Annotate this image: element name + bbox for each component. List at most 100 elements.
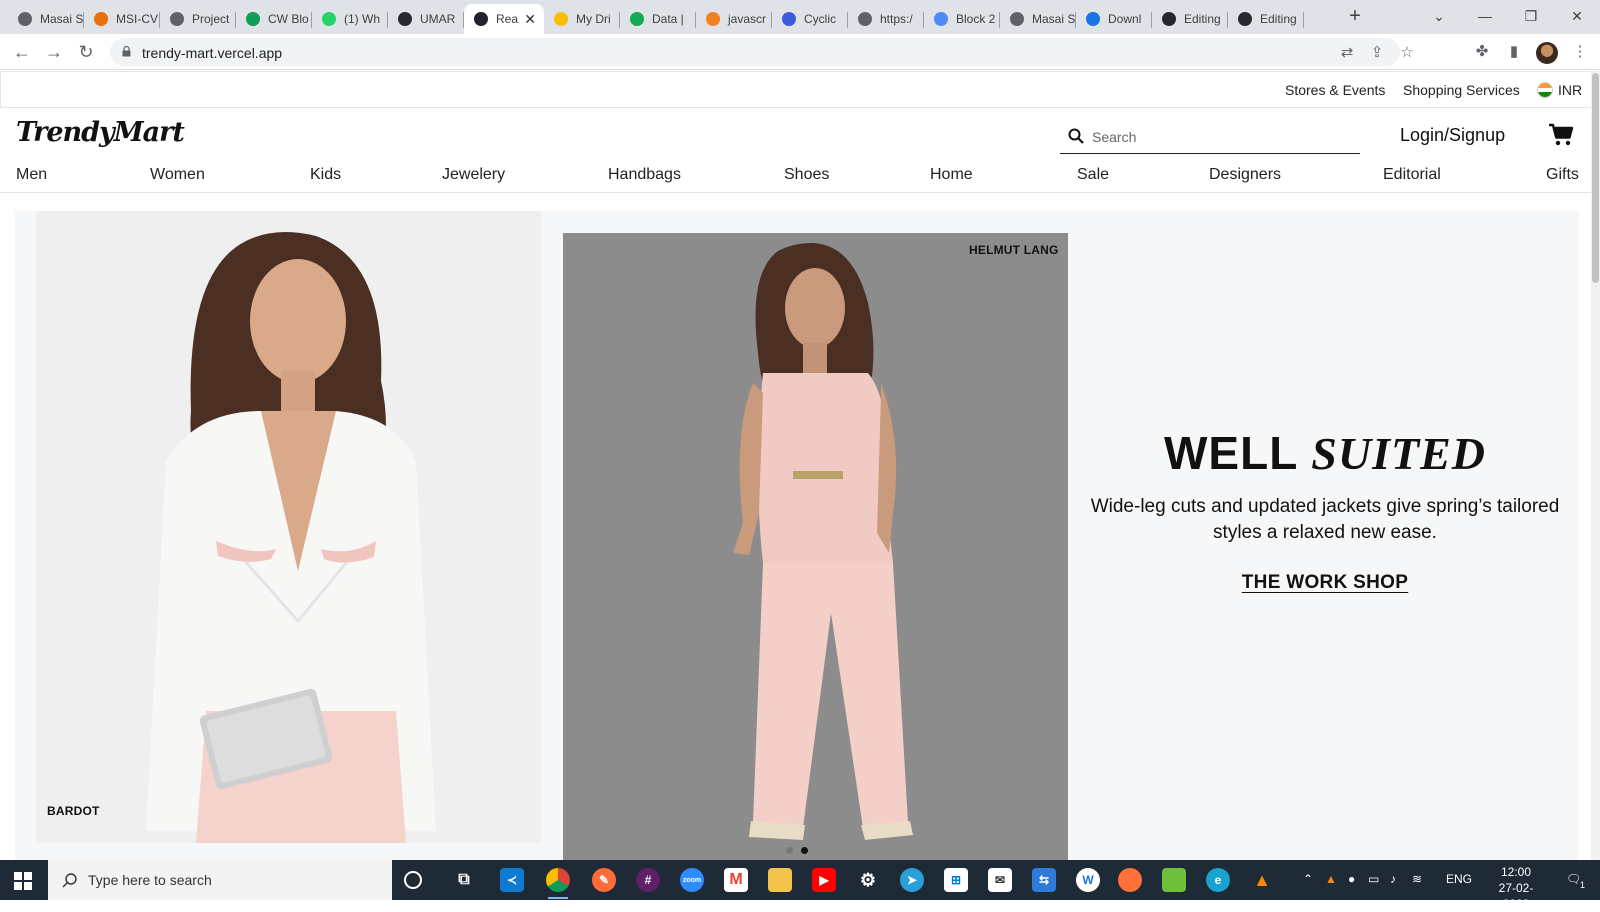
scrollbar-thumb[interactable] xyxy=(1592,73,1599,283)
bookmark-star-icon[interactable]: ☆ xyxy=(1398,44,1416,62)
india-flag-icon[interactable] xyxy=(1537,82,1553,98)
hero-image-bardot[interactable] xyxy=(36,211,541,843)
browser-tab[interactable]: My Dri xyxy=(544,4,620,34)
notification-icon[interactable]: 🗨 xyxy=(1566,872,1581,886)
page-scrollbar[interactable] xyxy=(1591,71,1600,860)
stores-events-link[interactable]: Stores & Events xyxy=(1285,82,1385,98)
store-icon[interactable]: ⊞ xyxy=(944,868,968,892)
carousel-dot-2[interactable] xyxy=(801,847,808,854)
browser-tab[interactable]: Data | xyxy=(620,4,696,34)
nav-men[interactable]: Men xyxy=(16,166,47,184)
nav-sale[interactable]: Sale xyxy=(1077,166,1109,184)
browser-tab[interactable]: Masai S xyxy=(1000,4,1076,34)
taskbar-search[interactable]: Type here to search xyxy=(48,860,392,900)
omnibox[interactable]: trendy-mart.vercel.app ⇄ ⇪ ☆ xyxy=(110,38,1414,66)
browser-tab[interactable]: https:/ xyxy=(848,4,924,34)
browser-tab[interactable]: Cyclic xyxy=(772,4,848,34)
minecraft-icon[interactable] xyxy=(1162,868,1186,892)
microphone-icon[interactable]: ● xyxy=(1348,872,1355,886)
language-indicator[interactable]: ENG xyxy=(1446,872,1472,886)
extensions-puzzle-icon[interactable]: ✤ xyxy=(1472,42,1492,62)
translate-icon[interactable]: ⇄ xyxy=(1338,44,1356,62)
cart-icon[interactable] xyxy=(1548,123,1574,147)
close-window-button[interactable]: ✕ xyxy=(1562,4,1592,28)
site-logo[interactable]: TrendyMart xyxy=(16,117,185,148)
browser-tab[interactable]: Editing xyxy=(1152,4,1228,34)
nav-women[interactable]: Women xyxy=(150,166,205,184)
nav-shoes[interactable]: Shoes xyxy=(784,166,829,184)
nav-gifts[interactable]: Gifts xyxy=(1546,166,1579,184)
film-icon xyxy=(170,12,184,26)
url-text[interactable]: trendy-mart.vercel.app xyxy=(142,45,282,61)
browser-tab[interactable]: javascr xyxy=(696,4,772,34)
chrome-icon[interactable] xyxy=(546,868,570,899)
search-input[interactable] xyxy=(1092,124,1352,150)
telegram-icon[interactable]: ➤ xyxy=(900,868,924,892)
currency-selector[interactable]: INR xyxy=(1558,82,1582,98)
new-tab-button[interactable]: + xyxy=(1343,5,1367,29)
reload-icon[interactable]: ↻ xyxy=(74,40,98,64)
nav-home[interactable]: Home xyxy=(930,166,973,184)
login-signup-link[interactable]: Login/Signup xyxy=(1400,125,1505,146)
remote-desktop-icon[interactable]: ⇆ xyxy=(1032,868,1056,892)
browser-tab[interactable]: UMAR xyxy=(388,4,464,34)
browser-tab[interactable]: Block 2 xyxy=(924,4,1000,34)
browser-tab-label: CW Blo xyxy=(268,12,309,26)
side-panel-icon[interactable]: ▮ xyxy=(1504,42,1524,62)
windows-start-icon[interactable] xyxy=(14,872,32,890)
gmail-icon[interactable]: M xyxy=(724,868,748,892)
browser-tab[interactable]: Editing xyxy=(1228,4,1304,34)
slack-icon[interactable]: # xyxy=(636,868,660,892)
share-icon[interactable]: ⇪ xyxy=(1368,44,1386,62)
whatsapp-icon xyxy=(322,12,336,26)
nav-editorial[interactable]: Editorial xyxy=(1383,166,1441,184)
file-explorer-icon[interactable] xyxy=(768,868,792,892)
cortana-icon[interactable] xyxy=(404,871,422,889)
vlc-icon[interactable]: ▲ xyxy=(1250,868,1274,892)
firefox-icon[interactable] xyxy=(1118,868,1142,892)
restore-button[interactable]: ❐ xyxy=(1516,4,1546,28)
browser-tab[interactable]: MSI-CV xyxy=(84,4,160,34)
nav-kids[interactable]: Kids xyxy=(310,166,341,184)
task-view-icon[interactable]: ⧉ xyxy=(452,868,476,892)
lock-icon[interactable] xyxy=(122,46,131,57)
browser-tab[interactable]: Project xyxy=(160,4,236,34)
browser-tab[interactable]: (1) Wh xyxy=(312,4,388,34)
browser-tab[interactable]: Rea ✕ xyxy=(464,4,544,34)
the-work-shop-link[interactable]: THE WORK SHOP xyxy=(1242,572,1408,594)
nav-handbags[interactable]: Handbags xyxy=(608,166,681,184)
nav-designers[interactable]: Designers xyxy=(1209,166,1281,184)
volume-icon[interactable]: ♪ xyxy=(1390,872,1396,886)
browser-menu-icon[interactable]: ⋮ xyxy=(1570,42,1590,62)
back-arrow-icon[interactable]: ← xyxy=(10,40,34,64)
mail-icon[interactable]: ✉ xyxy=(988,868,1012,892)
browser-tab-label: Editing xyxy=(1184,12,1221,26)
browser-tab[interactable]: CW Blo xyxy=(236,4,312,34)
zoom-icon[interactable]: zoom xyxy=(680,868,704,892)
battery-icon[interactable]: ▭ xyxy=(1368,872,1379,886)
settings-gear-icon[interactable]: ⚙ xyxy=(856,868,880,892)
wifi-icon[interactable]: ≋ xyxy=(1412,872,1422,886)
vscode-icon[interactable]: ≺ xyxy=(500,868,524,892)
youtube-icon[interactable]: ▶ xyxy=(812,868,836,892)
tray-vlc-icon[interactable]: ▲ xyxy=(1325,872,1337,886)
forward-arrow-icon[interactable]: → xyxy=(42,40,66,64)
word-icon[interactable]: W xyxy=(1076,868,1100,892)
postman-icon[interactable]: ✎ xyxy=(592,868,616,892)
close-tab-icon[interactable]: ✕ xyxy=(524,11,536,28)
edge-icon[interactable]: e xyxy=(1206,868,1230,892)
site-search[interactable] xyxy=(1060,120,1360,154)
nav-jewelery[interactable]: Jewelery xyxy=(442,166,505,184)
taskbar-clock[interactable]: 12:00 27-02-2023 xyxy=(1486,864,1546,912)
browser-tab[interactable]: Downl xyxy=(1076,4,1152,34)
hero-image-helmut-lang[interactable] xyxy=(563,233,1068,860)
minimize-button[interactable]: — xyxy=(1470,4,1500,28)
profile-avatar[interactable] xyxy=(1536,42,1558,64)
browser-tab[interactable]: Masai S xyxy=(8,4,84,34)
tab-search-chevron-icon[interactable]: ⌄ xyxy=(1424,4,1454,28)
carousel-dot-1[interactable] xyxy=(786,847,793,854)
globe-icon xyxy=(18,12,32,26)
tray-chevron-icon[interactable]: ⌃ xyxy=(1303,872,1313,886)
browser-tab-label: Masai S xyxy=(1032,12,1076,26)
shopping-services-link[interactable]: Shopping Services xyxy=(1403,82,1520,98)
